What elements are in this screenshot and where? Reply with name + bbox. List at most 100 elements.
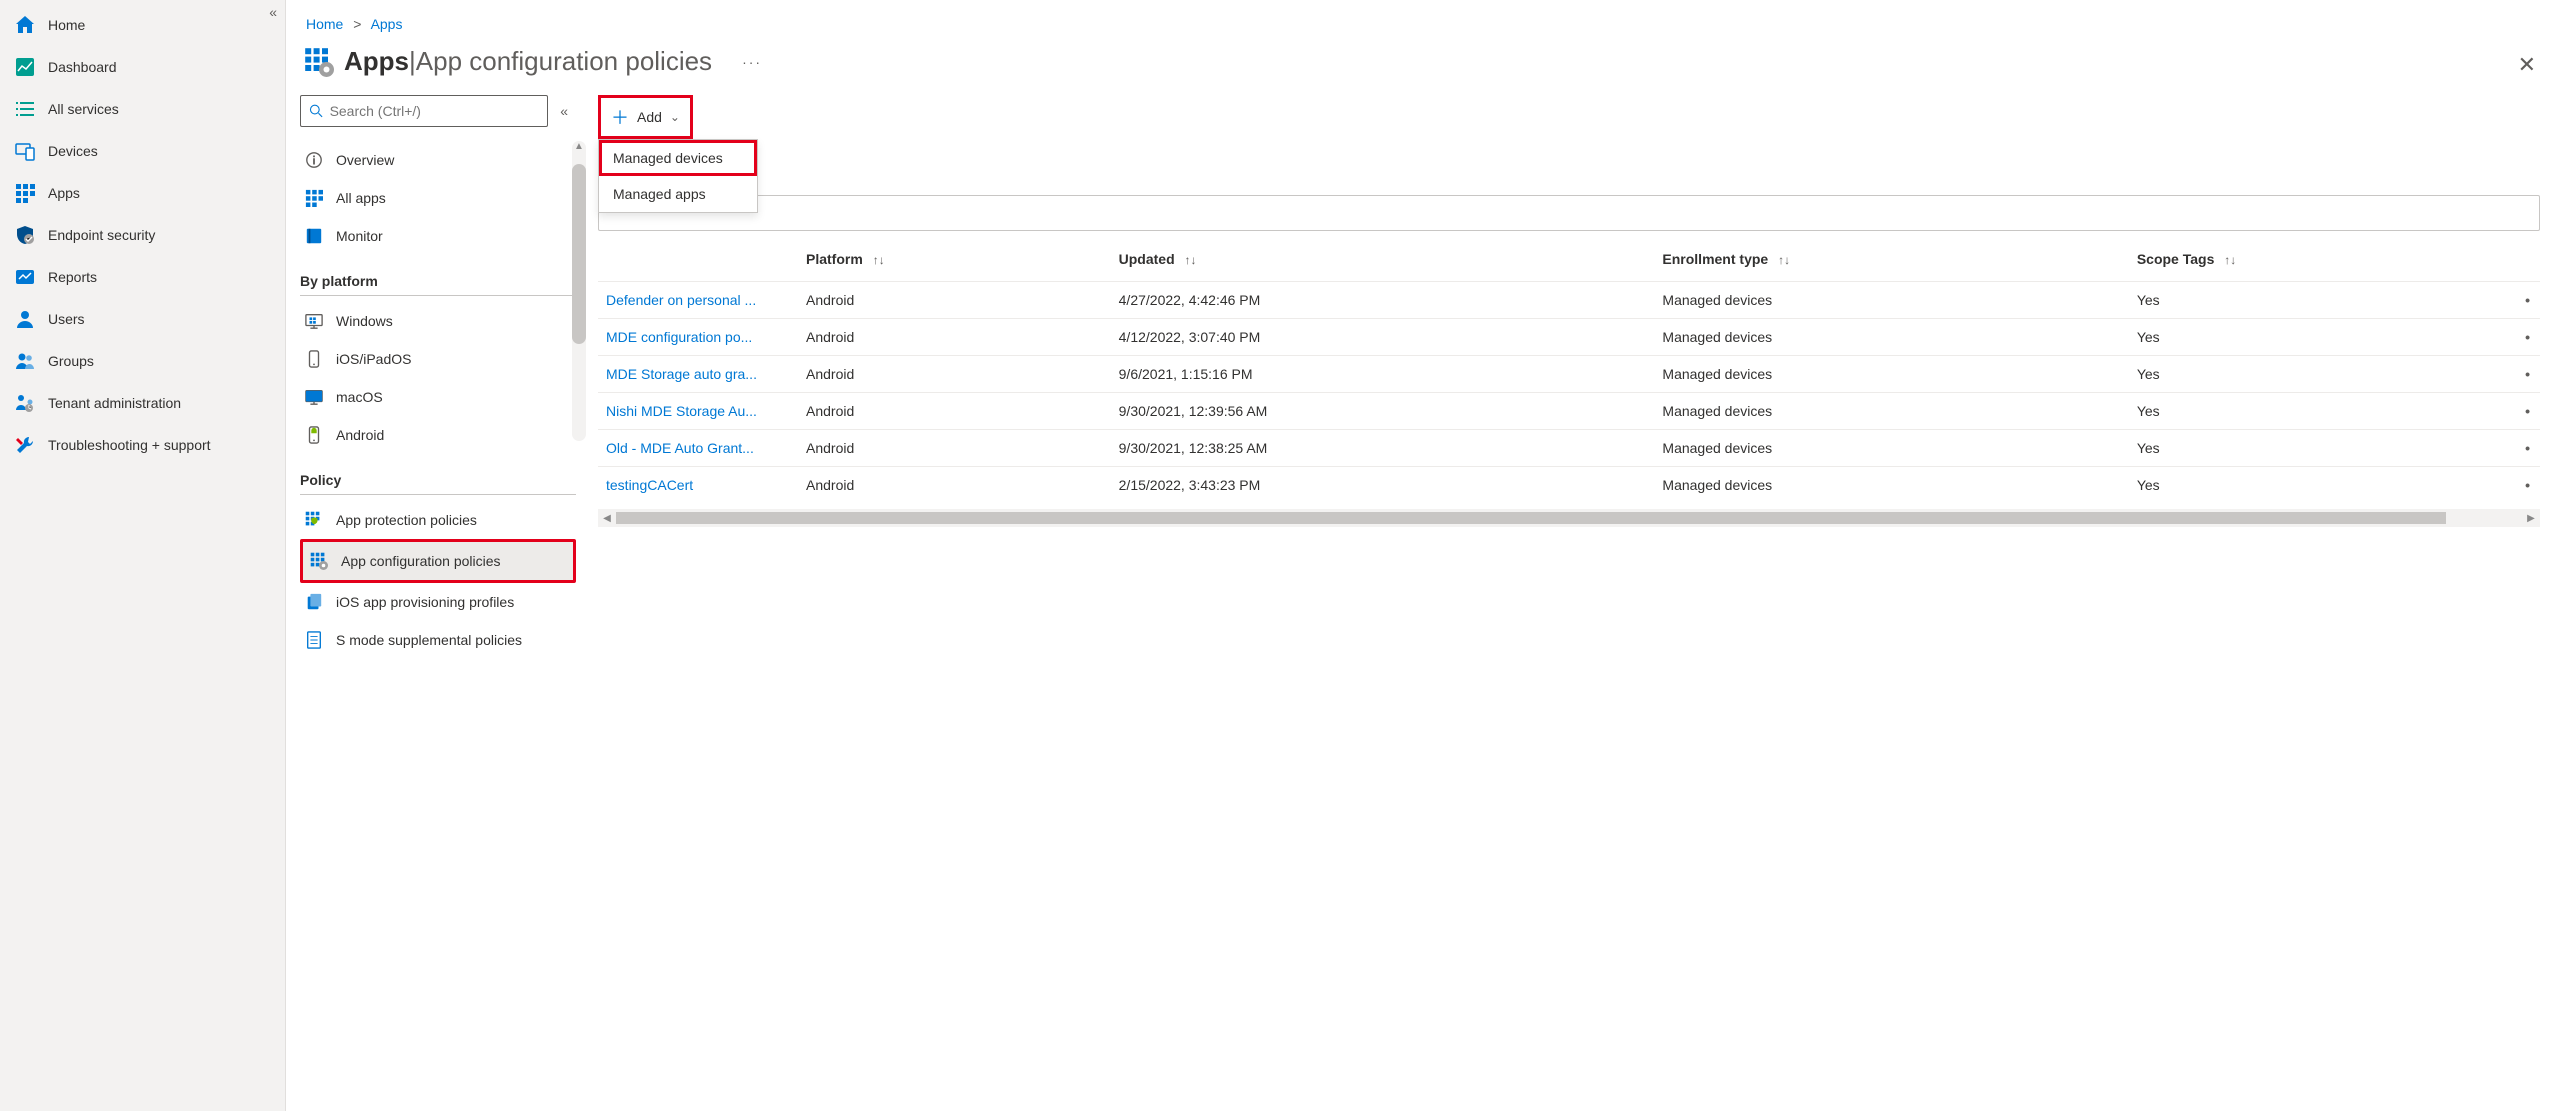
subnav-app-configuration-policies[interactable]: App configuration policies: [300, 539, 576, 583]
close-blade-button[interactable]: ✕: [2518, 52, 2536, 78]
subnav-label: App protection policies: [336, 512, 477, 528]
policy-name-link[interactable]: Old - MDE Auto Grant...: [598, 430, 798, 467]
row-more-button[interactable]: •: [2510, 467, 2540, 504]
cell-scope: Yes: [2129, 356, 2510, 393]
dropdown-managed-apps[interactable]: Managed apps: [599, 176, 757, 212]
subnav-label: Windows: [336, 313, 393, 329]
row-more-button[interactable]: •: [2510, 319, 2540, 356]
nav-troubleshooting-support[interactable]: Troubleshooting + support: [0, 424, 285, 466]
page-subtitle-sep: |: [409, 46, 416, 77]
subnav-label: Android: [336, 427, 384, 443]
info-icon: [304, 150, 324, 170]
cell-platform: Android: [798, 393, 1111, 430]
nav-apps[interactable]: Apps: [0, 172, 285, 214]
sort-icon: ↑↓: [1185, 253, 1197, 267]
nav-label: All services: [48, 101, 119, 117]
horizontal-scrollbar[interactable]: ◀ ▶: [598, 509, 2540, 527]
cell-platform: Android: [798, 282, 1111, 319]
page-subtitle: App configuration policies: [416, 46, 712, 77]
content-area: Home > Apps Apps | App configuration pol…: [286, 0, 2560, 1111]
subnav-all-apps[interactable]: All apps: [300, 179, 576, 217]
cell-platform: Android: [798, 356, 1111, 393]
row-more-button[interactable]: •: [2510, 393, 2540, 430]
nav-label: Troubleshooting + support: [48, 437, 211, 453]
row-more-button[interactable]: •: [2510, 356, 2540, 393]
subnav-label: macOS: [336, 389, 383, 405]
policy-name-link[interactable]: MDE Storage auto gra...: [598, 356, 798, 393]
subnav-label: S mode supplemental policies: [336, 632, 522, 648]
apps-icon: [14, 182, 36, 204]
subnav-ios-ipados[interactable]: iOS/iPadOS: [300, 340, 576, 378]
nav-endpoint-security[interactable]: Endpoint security: [0, 214, 285, 256]
secondary-search-input[interactable]: [330, 103, 540, 119]
subnav-s-mode-supplemental-policies[interactable]: S mode supplemental policies: [300, 621, 576, 659]
subnav-ios-app-provisioning-profiles[interactable]: iOS app provisioning profiles: [300, 583, 576, 621]
subnav-monitor[interactable]: Monitor: [300, 217, 576, 255]
row-more-button[interactable]: •: [2510, 282, 2540, 319]
subnav-app-protection-policies[interactable]: App protection policies: [300, 501, 576, 539]
cell-platform: Android: [798, 467, 1111, 504]
table-row: Defender on personal ... Android 4/27/20…: [598, 282, 2540, 319]
policy-name-link[interactable]: testingCACert: [598, 467, 798, 504]
nav-label: Users: [48, 311, 85, 327]
subnav-label: App configuration policies: [341, 553, 501, 569]
cell-updated: 4/12/2022, 3:07:40 PM: [1111, 319, 1655, 356]
book-icon: [304, 226, 324, 246]
policy-name-link[interactable]: Nishi MDE Storage Au...: [598, 393, 798, 430]
more-actions-button[interactable]: ···: [742, 54, 762, 70]
nav-all-services[interactable]: All services: [0, 88, 285, 130]
nav-reports[interactable]: Reports: [0, 256, 285, 298]
policy-name-link[interactable]: Defender on personal ...: [598, 282, 798, 319]
cell-enrollment: Managed devices: [1654, 319, 2128, 356]
breadcrumb-home[interactable]: Home: [306, 16, 343, 32]
col-scope-tags[interactable]: Scope Tags ↑↓: [2129, 241, 2510, 282]
nav-dashboard[interactable]: Dashboard: [0, 46, 285, 88]
secondary-nav-search[interactable]: [300, 95, 548, 127]
apps-blue-icon: [304, 188, 324, 208]
shield-icon: [14, 224, 36, 246]
nav-groups[interactable]: Groups: [0, 340, 285, 382]
collapse-secondary-nav-button[interactable]: «: [560, 103, 568, 119]
col-updated[interactable]: Updated ↑↓: [1111, 241, 1655, 282]
nav-label: Tenant administration: [48, 395, 181, 411]
subnav-overview[interactable]: Overview: [300, 141, 576, 179]
subnav-windows[interactable]: Windows: [300, 302, 576, 340]
subnav-macos[interactable]: macOS: [300, 378, 576, 416]
cell-scope: Yes: [2129, 319, 2510, 356]
policies-table: Platform ↑↓ Updated ↑↓ Enrollment type ↑…: [598, 241, 2540, 503]
subnav-label: Overview: [336, 152, 394, 168]
scroll-right-arrow-icon[interactable]: ▶: [2522, 513, 2540, 524]
main-panel: ＋ Add ⌄ Managed devices Managed apps Pla…: [586, 95, 2560, 1111]
doc-lines-icon: [304, 630, 324, 650]
nav-home[interactable]: Home: [0, 4, 285, 46]
col-platform[interactable]: Platform ↑↓: [798, 241, 1111, 282]
nav-label: Home: [48, 17, 85, 33]
secondary-nav-scrollbar[interactable]: ▲: [572, 141, 586, 441]
col-enrollment-type[interactable]: Enrollment type ↑↓: [1654, 241, 2128, 282]
cell-enrollment: Managed devices: [1654, 467, 2128, 504]
nav-devices[interactable]: Devices: [0, 130, 285, 172]
cell-scope: Yes: [2129, 467, 2510, 504]
devices-icon: [14, 140, 36, 162]
cell-updated: 9/30/2021, 12:39:56 AM: [1111, 393, 1655, 430]
secondary-nav: « ▲ Overview All apps Monitor By platfor…: [286, 95, 586, 1111]
add-button[interactable]: ＋ Add ⌄: [598, 95, 693, 139]
subnav-group-policy: Policy: [300, 472, 576, 495]
row-more-button[interactable]: •: [2510, 430, 2540, 467]
cell-updated: 4/27/2022, 4:42:46 PM: [1111, 282, 1655, 319]
breadcrumb-apps[interactable]: Apps: [371, 16, 403, 32]
collapse-primary-nav-button[interactable]: «: [269, 4, 277, 20]
scroll-left-arrow-icon[interactable]: ◀: [598, 513, 616, 524]
dashboard-icon: [14, 56, 36, 78]
apps-gear-icon: [304, 47, 334, 77]
nav-users[interactable]: Users: [0, 298, 285, 340]
cell-updated: 9/6/2021, 1:15:16 PM: [1111, 356, 1655, 393]
primary-nav: « Home Dashboard All services Devices Ap…: [0, 0, 286, 1111]
subnav-android[interactable]: Android: [300, 416, 576, 454]
dropdown-managed-devices[interactable]: Managed devices: [599, 140, 757, 176]
nav-tenant-administration[interactable]: Tenant administration: [0, 382, 285, 424]
policy-name-link[interactable]: MDE configuration po...: [598, 319, 798, 356]
filter-input[interactable]: [598, 195, 2540, 231]
breadcrumb-separator: >: [353, 16, 361, 32]
wrench-icon: [14, 434, 36, 456]
